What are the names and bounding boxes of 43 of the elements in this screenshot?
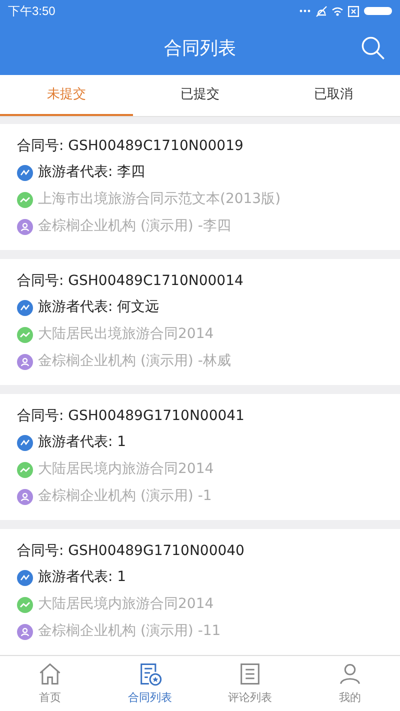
trend-icon [17, 326, 33, 342]
contract-template: 大陆居民境内旅游合同2014 [38, 595, 214, 614]
muted-bell-icon [316, 6, 327, 16]
trend-icon [17, 192, 33, 208]
home-icon [37, 660, 63, 687]
contract-template: 大陆居民境内旅游合同2014 [38, 460, 214, 479]
contract-card[interactable]: 合同号: GSH00489G1710N00041 旅游者代表: 1 大陆居民境内旅游合同2014 金棕榈企业机构 (演示用) -1 [0, 394, 400, 520]
nav-item[interactable]: 合同列表 [100, 656, 200, 711]
contract-number: 合同号: GSH00489C1710N00019 [17, 137, 244, 156]
agency-name: 金棕榈企业机构 (演示用) -1 [38, 487, 212, 506]
person-icon [17, 488, 33, 504]
nav-item[interactable]: 首页 [0, 656, 100, 711]
traveler-representative: 旅游者代表: 何文远 [38, 298, 160, 317]
contract-number: 合同号: GSH00489C1710N00014 [17, 272, 244, 291]
traveler-representative: 旅游者代表: 1 [38, 568, 126, 587]
traveler-representative: 旅游者代表: 1 [38, 433, 126, 452]
contract-card[interactable]: 合同号: GSH00489C1710N00019 旅游者代表: 李四 上海市出境旅游合同示范文本(2013版) 金棕榈企业机构 (演示用) -李四 [0, 124, 400, 250]
more-icon [299, 9, 311, 13]
nav-item[interactable]: 我的 [300, 656, 400, 711]
tab[interactable]: 已提交 [133, 75, 267, 116]
contract-number: 合同号: GSH00489G1710N00040 [17, 542, 246, 561]
nav-item[interactable]: 评论列表 [200, 656, 300, 711]
person-icon [17, 218, 33, 234]
person-icon [17, 354, 33, 370]
header-title: 合同列表 [164, 37, 236, 61]
traveler-representative: 旅游者代表: 李四 [38, 163, 146, 182]
contract-card[interactable]: 合同号: GSH00489G1710N00040 旅游者代表: 1 大陆居民境内旅游合同2014 金棕榈企业机构 (演示用) -11 [0, 529, 400, 655]
contract-card[interactable]: 合同号: GSH00489C1710N00014 旅游者代表: 何文远 大陆居民出境旅游合同2014 金棕榈企业机构 (演示用) -林威 [0, 259, 400, 385]
contract-number: 合同号: GSH00489G1710N00041 [17, 407, 246, 426]
agency-name: 金棕榈企业机构 (演示用) -林威 [38, 352, 231, 371]
person-icon [17, 624, 33, 640]
agency-name: 金棕榈企业机构 (演示用) -11 [38, 622, 221, 641]
contract-template: 上海市出境旅游合同示范文本(2013版) [38, 190, 281, 209]
contract-template: 大陆居民出境旅游合同2014 [38, 325, 214, 344]
trend-icon [17, 462, 33, 478]
sim-icon [348, 6, 359, 16]
wifi-icon [332, 6, 343, 16]
agency-name: 金棕榈企业机构 (演示用) -李四 [38, 217, 231, 236]
trend-icon [17, 596, 33, 612]
tab[interactable]: 已取消 [266, 75, 400, 116]
status-time: 下午3:50 [8, 3, 56, 20]
battery-icon [364, 7, 392, 15]
search-button[interactable] [360, 35, 386, 61]
